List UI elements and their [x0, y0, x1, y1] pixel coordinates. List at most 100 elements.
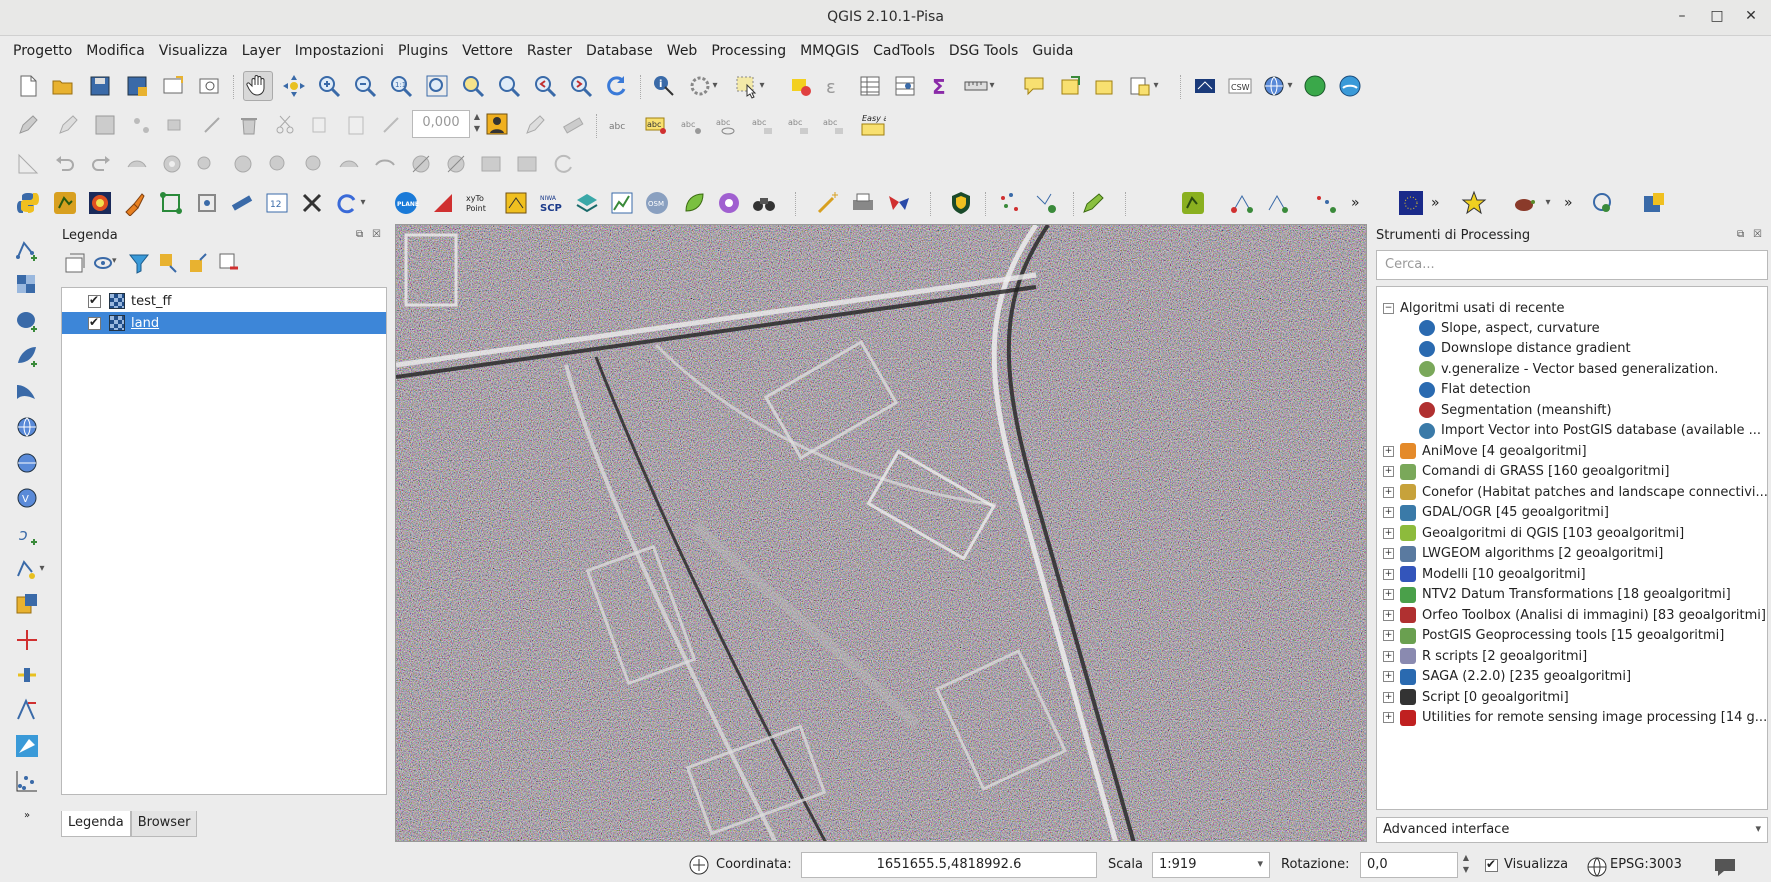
qgis-cloud-icon[interactable]	[1337, 73, 1363, 99]
zoom-to-layer-icon[interactable]	[496, 73, 522, 99]
menu-database[interactable]: Database	[579, 43, 660, 59]
menu-impostazioni[interactable]: Impostazioni	[288, 43, 391, 59]
pin-labels-icon[interactable]: abc	[643, 112, 669, 138]
tools-plugin-icon[interactable]	[299, 190, 325, 216]
provider-group[interactable]: + Conefor (Habitat patches and landscape …	[1383, 482, 1767, 502]
expand-icon[interactable]: +	[1383, 548, 1394, 559]
network-plugin-icon[interactable]	[158, 190, 184, 216]
menu-guida[interactable]: Guida	[1025, 43, 1080, 59]
processing-toolbox-icon[interactable]	[1180, 190, 1206, 216]
new-project-icon[interactable]	[15, 73, 41, 99]
points-plugin-icon[interactable]	[1313, 190, 1339, 216]
menu-layer[interactable]: Layer	[235, 43, 288, 59]
georeferencer-icon[interactable]	[503, 190, 529, 216]
expand-toolbar-icon[interactable]: »	[14, 803, 40, 829]
fill-ring-icon[interactable]	[230, 151, 256, 177]
add-group-icon[interactable]	[62, 250, 85, 273]
tab-browser[interactable]: Browser	[130, 811, 198, 837]
overflow-chevron-icon[interactable]: »	[1351, 190, 1367, 216]
redo-icon[interactable]	[88, 151, 114, 177]
enable-advanced-digitizing-icon[interactable]	[15, 151, 41, 177]
label-toolbar-icon[interactable]: abc	[607, 112, 633, 138]
xy-to-point-icon[interactable]: xyTo Point	[465, 190, 491, 216]
python-console-icon[interactable]	[15, 190, 41, 216]
menu-raster[interactable]: Raster	[520, 43, 579, 59]
zoom-to-selection-icon[interactable]	[460, 73, 486, 99]
zoom-full-icon[interactable]	[424, 73, 450, 99]
coordinate-field[interactable]: 1651655.5,4818992.6	[801, 852, 1097, 878]
add-wfs-layer-icon[interactable]: V	[14, 485, 40, 511]
add-wms-layer-icon[interactable]	[14, 414, 40, 440]
refresh-icon[interactable]	[603, 73, 629, 99]
menu-web[interactable]: Web	[660, 43, 705, 59]
add-raster-layer-icon[interactable]	[14, 272, 40, 298]
add-postgis-layer-icon[interactable]	[14, 308, 40, 334]
crs-button[interactable]: EPSG:3003	[1610, 857, 1682, 872]
provider-group[interactable]: + GDAL/OGR [45 geoalgoritmi]	[1383, 503, 1609, 523]
provider-group[interactable]: + AniMove [4 geoalgoritmi]	[1383, 441, 1587, 461]
star-icon[interactable]	[1461, 190, 1487, 216]
expand-icon[interactable]: +	[1383, 568, 1394, 580]
scatter-plot-icon[interactable]	[14, 768, 40, 794]
identify-features-icon[interactable]: i	[651, 73, 677, 99]
rotation-value-field[interactable]: 0,000	[412, 110, 470, 138]
minimize-button[interactable]: –	[1672, 8, 1692, 28]
provider-group[interactable]: + NTV2 Datum Transformations [18 geoalgor…	[1383, 585, 1731, 605]
menu-plugins[interactable]: Plugins	[391, 43, 455, 59]
toggle-editing-icon[interactable]	[55, 112, 81, 138]
user-marker-icon[interactable]	[484, 111, 510, 137]
delete-ring-icon[interactable]	[265, 151, 291, 177]
provider-group[interactable]: + Comandi di GRASS [160 geoalgoritmi]	[1383, 462, 1669, 482]
open-project-icon[interactable]	[50, 73, 76, 99]
crosshair-icon[interactable]	[14, 627, 40, 653]
menu-visualizza[interactable]: Visualizza	[152, 43, 235, 59]
processing-toolbox-icon[interactable]	[52, 190, 78, 216]
rotation-spinner[interactable]: ▲ ▼	[470, 111, 484, 137]
provider-group[interactable]: + Geoalgoritmi di QGIS [103 geoalgoritmi]	[1383, 523, 1684, 543]
merge-attributes-icon[interactable]	[514, 151, 540, 177]
add-part-icon[interactable]	[194, 151, 220, 177]
move-label-icon[interactable]: abc	[750, 112, 776, 138]
layers-plugin-icon[interactable]	[574, 190, 600, 216]
layer-visibility-checkbox[interactable]	[88, 315, 101, 330]
split-features-icon[interactable]	[408, 151, 434, 177]
processing-float-button[interactable]: ⧉	[1737, 229, 1744, 240]
chevron-down-icon[interactable]: ▾	[755, 73, 769, 99]
save-project-icon[interactable]	[87, 73, 113, 99]
offset-curve-icon[interactable]	[372, 151, 398, 177]
zoom-out-icon[interactable]	[352, 73, 378, 99]
layer-row-test-ff[interactable]: test_ff	[62, 290, 386, 312]
vector-edit-icon[interactable]	[14, 697, 40, 723]
add-delimited-text-icon[interactable]: ͻ	[14, 521, 40, 547]
new-bookmark-icon[interactable]	[1057, 73, 1083, 99]
points-to-path-icon[interactable]	[1033, 190, 1059, 216]
add-ring-icon[interactable]	[159, 151, 185, 177]
provider-group[interactable]: + Script [0 geoalgoritmi]	[1383, 687, 1569, 707]
expand-icon[interactable]: +	[1383, 712, 1394, 723]
turtle-plugin-icon[interactable]	[1511, 190, 1537, 216]
layer-row-land[interactable]: land	[62, 312, 386, 334]
recent-algorithm-item[interactable]: Segmentation (meanshift)	[1419, 400, 1612, 420]
attribute-table-icon[interactable]	[857, 73, 883, 99]
menu-cadtools[interactable]: CadTools	[866, 43, 942, 59]
chevron-down-icon[interactable]: ▾	[36, 556, 48, 582]
shield-icon[interactable]	[948, 190, 974, 216]
manage-visibility-icon[interactable]	[92, 250, 114, 272]
tab-legenda[interactable]: Legenda	[61, 811, 131, 837]
expand-icon[interactable]: +	[1383, 650, 1394, 662]
osm-plugin-icon[interactable]: OSM	[644, 190, 670, 216]
recent-algorithm-item[interactable]: v.generalize - Vector based generalizati…	[1419, 359, 1718, 379]
scp-plugin-icon[interactable]: NIWA SCP	[538, 190, 564, 216]
expand-icon[interactable]: +	[1383, 445, 1394, 457]
recent-algorithms-group[interactable]: − Algoritmi usati di recente	[1383, 298, 1565, 318]
globe-plugin-icon[interactable]	[1302, 73, 1328, 99]
chevron-down-icon[interactable]: ▾	[985, 73, 999, 99]
map-canvas[interactable]	[395, 224, 1367, 842]
cut-features-icon[interactable]	[272, 112, 298, 138]
split-parts-icon[interactable]	[443, 151, 469, 177]
expand-icon[interactable]: +	[1383, 507, 1394, 518]
openlayers-plugin-icon[interactable]	[430, 190, 456, 216]
recent-algorithm-item[interactable]: Slope, aspect, curvature	[1419, 318, 1600, 338]
add-wcs-layer-icon[interactable]	[14, 450, 40, 476]
highlight-pinned-labels-icon[interactable]: abc	[679, 112, 705, 138]
